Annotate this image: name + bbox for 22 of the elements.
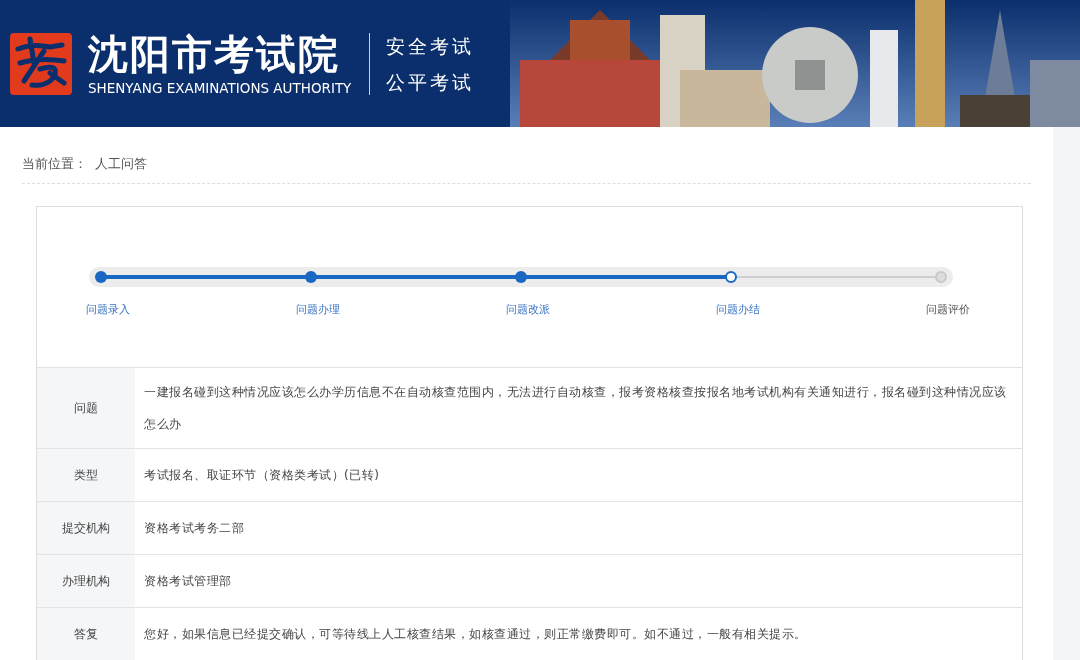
seal-logo-icon: [10, 32, 72, 95]
step-label: 问题办理: [296, 302, 340, 317]
field-label: 提交机构: [37, 502, 135, 554]
breadcrumb-current: 人工问答: [95, 155, 147, 173]
slogan: 公平考试: [386, 69, 475, 94]
field-value: 资格考试考务二部: [144, 520, 244, 537]
step-label: 问题改派: [506, 302, 550, 317]
step-label: 问题办结: [716, 302, 760, 317]
field-label: 类型: [37, 449, 135, 501]
step-label: 问题评价: [926, 302, 970, 317]
slogan: 安全考试: [386, 33, 475, 58]
field-label: 答复: [37, 608, 135, 660]
field-label: 问题: [37, 368, 135, 448]
step-label: 问题录入: [86, 302, 130, 317]
field-value: 资格考试管理部: [144, 573, 232, 590]
field-value: 您好，如果信息已经提交确认，可等待线上人工核查结果，如核查通过，则正常缴费即可。如不通过，一般有相关提示。: [144, 626, 807, 643]
field-value: 考试报名、取证环节（资格类考试）(已转): [144, 467, 380, 484]
field-value: 一建报名碰到这种情况应该怎么办学历信息不在自动核查范围内，无法进行自动核查，报考资格核查按报名地考试机构有关通知进行，报名碰到这种情况应该怎么办: [144, 384, 1008, 433]
breadcrumb-label: 当前位置：: [22, 155, 87, 173]
site-title: 沈阳市考试院: [88, 30, 341, 77]
site-subtitle: SHENYANG EXAMINATIONS AUTHORITY: [88, 78, 352, 97]
field-label: 办理机构: [37, 555, 135, 607]
